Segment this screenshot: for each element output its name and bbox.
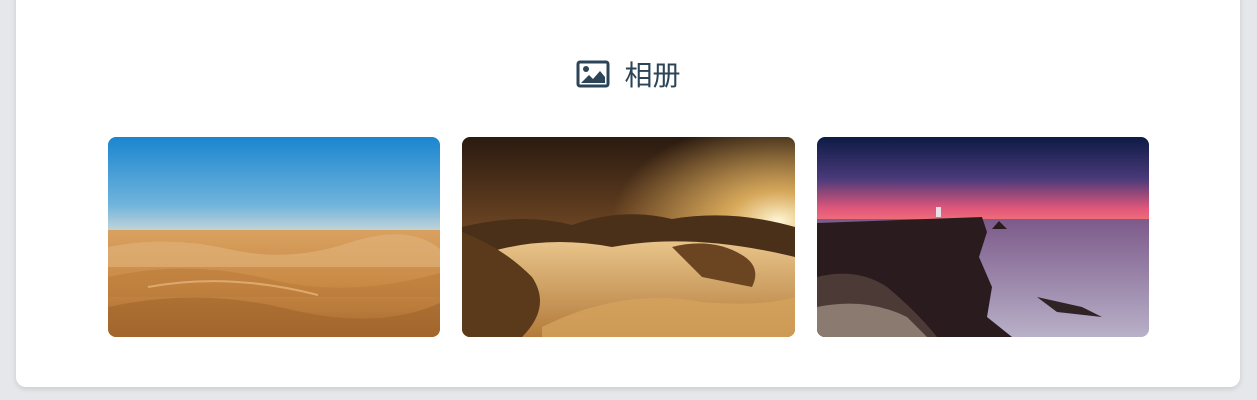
sunset-dunes-photo [462, 137, 795, 337]
photo-coastal-cliff[interactable] [817, 137, 1149, 337]
photo-desert-dunes[interactable] [108, 137, 440, 337]
photo-sunset-dunes[interactable] [462, 137, 795, 337]
coastal-cliff-photo [817, 137, 1149, 337]
image-icon [576, 60, 610, 88]
desert-dunes-photo [108, 137, 440, 337]
album-title: 相册 [624, 59, 681, 92]
album-header: 相册 [0, 54, 1257, 94]
